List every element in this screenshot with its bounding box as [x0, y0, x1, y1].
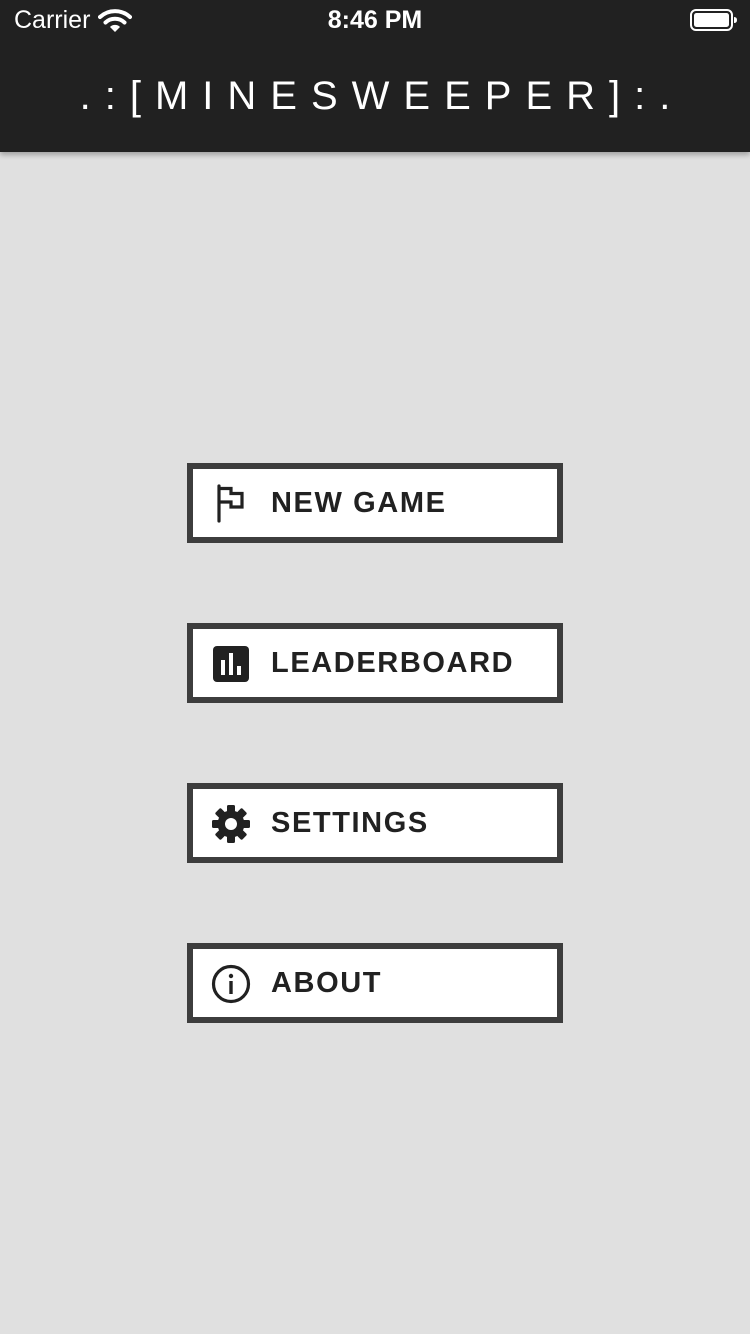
status-time: 8:46 PM — [327, 6, 423, 34]
app-header: Carrier 8:46 PM .:[MINESWEEPER]:. — [0, 0, 750, 152]
about-label: ABOUT — [271, 967, 383, 999]
gear-icon — [211, 804, 251, 844]
status-bar: Carrier 8:46 PM — [0, 0, 750, 40]
info-icon — [211, 964, 251, 1004]
leaderboard-icon — [211, 644, 251, 684]
battery-full-icon — [690, 8, 738, 32]
flag-icon — [211, 484, 251, 524]
new-game-label: NEW GAME — [271, 487, 447, 519]
about-button[interactable]: ABOUT — [187, 943, 563, 1023]
settings-button[interactable]: SETTINGS — [187, 783, 563, 863]
leaderboard-button[interactable]: LEADERBOARD — [187, 623, 563, 703]
settings-label: SETTINGS — [271, 807, 429, 839]
new-game-button[interactable]: NEW GAME — [187, 463, 563, 543]
leaderboard-label: LEADERBOARD — [271, 647, 515, 679]
app-title: .:[MINESWEEPER]:. — [79, 74, 685, 118]
